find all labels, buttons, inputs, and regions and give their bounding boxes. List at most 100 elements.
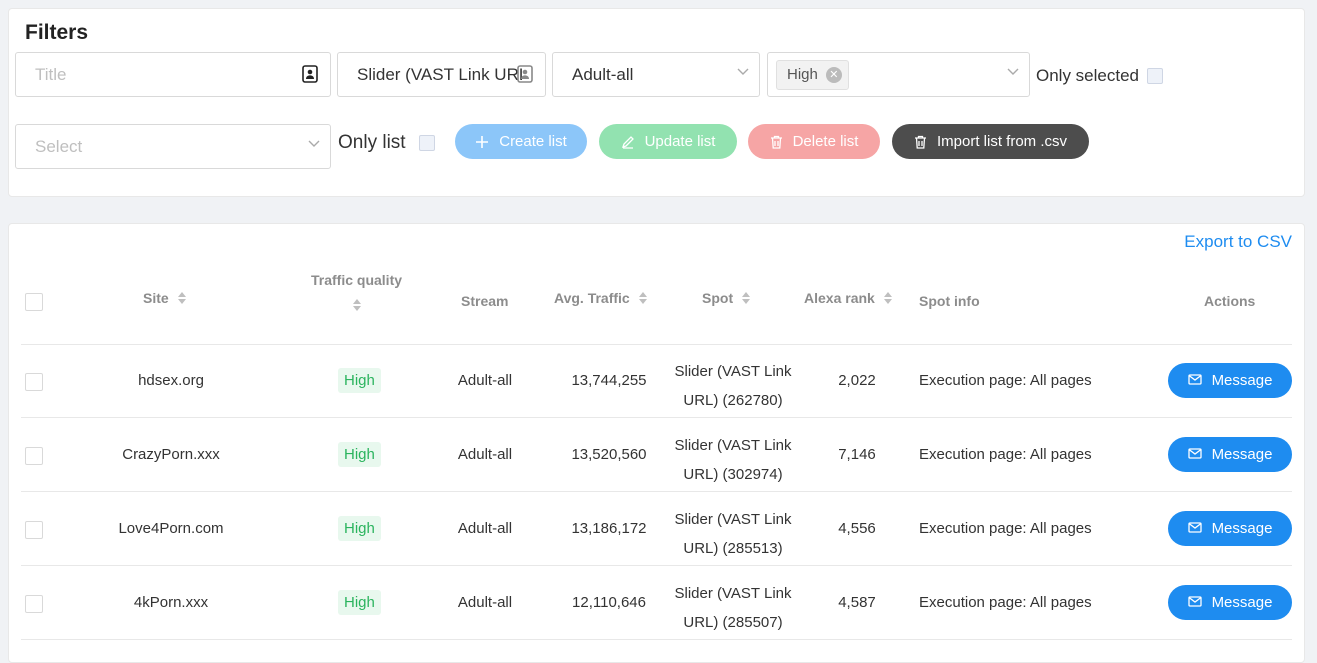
stream-cell: Adult-all — [457, 594, 513, 611]
header-avg-traffic[interactable]: Avg. Traffic — [554, 290, 648, 306]
message-button[interactable]: Message — [1168, 363, 1292, 398]
plus-icon — [475, 135, 489, 149]
row-checkbox[interactable] — [25, 595, 43, 613]
contact-card-icon — [302, 65, 320, 85]
header-actions: Actions — [1204, 293, 1255, 309]
header-spot-info: Spot info — [919, 293, 980, 309]
trash-icon — [770, 135, 783, 149]
sort-icon — [177, 291, 187, 305]
stream-cell: Adult-all — [457, 372, 513, 389]
mail-icon — [1187, 594, 1202, 611]
spot-info-cell: Execution page: All pages — [919, 446, 1092, 463]
import-list-button[interactable]: Import list from .csv — [892, 124, 1089, 159]
only-selected-checkbox[interactable] — [1147, 68, 1163, 84]
only-selected-label: Only selected — [1036, 66, 1139, 85]
export-csv-link[interactable]: Export to CSV — [1184, 232, 1292, 252]
only-list-checkbox[interactable] — [419, 135, 435, 151]
chevron-down-icon — [737, 68, 749, 78]
stream-cell: Adult-all — [457, 520, 513, 537]
update-list-button[interactable]: Update list — [599, 124, 737, 159]
header-site-label: Site — [143, 290, 169, 306]
filters-title: Filters — [25, 21, 89, 44]
alexa-rank-cell: 7,146 — [838, 446, 876, 463]
header-traffic-quality[interactable]: Traffic quality — [311, 272, 402, 312]
alexa-rank-cell: 4,587 — [838, 594, 876, 611]
close-circle-icon[interactable]: ✕ — [825, 66, 842, 83]
stream-cell: Adult-all — [457, 446, 513, 463]
site-cell: 4kPorn.xxx — [133, 594, 209, 611]
header-site[interactable]: Site — [143, 290, 187, 306]
spot-id: URL) (285507) — [683, 614, 783, 631]
avg-traffic-cell: 12,110,646 — [572, 594, 646, 611]
message-button[interactable]: Message — [1168, 511, 1292, 546]
quality-tag-label: High — [787, 66, 818, 83]
create-list-label: Create list — [499, 133, 567, 150]
header-actions-label: Actions — [1204, 293, 1256, 309]
sort-icon — [741, 291, 751, 305]
select-all-checkbox[interactable] — [25, 293, 43, 311]
delete-list-button[interactable]: Delete list — [748, 124, 880, 159]
sort-icon — [352, 298, 362, 312]
header-alexa-rank-label: Alexa rank — [804, 290, 875, 306]
header-stream-label: Stream — [461, 293, 509, 309]
header-alexa-rank[interactable]: Alexa rank — [804, 290, 893, 306]
list-select[interactable]: Select — [15, 124, 331, 169]
quality-badge: High — [338, 516, 381, 541]
message-button[interactable]: Message — [1168, 585, 1292, 620]
row-divider — [21, 565, 1292, 566]
contact-card-icon — [517, 65, 535, 85]
row-checkbox[interactable] — [25, 447, 43, 465]
site-cell: CrazyPorn.xxx — [122, 446, 220, 463]
stream-filter-value: Adult-all — [572, 64, 634, 84]
header-stream: Stream — [461, 293, 508, 309]
avg-traffic-cell: 13,186,172 — [571, 520, 647, 537]
sort-icon — [638, 291, 648, 305]
spot-cell: Slider (VAST Link URL) (262780) — [669, 357, 797, 415]
spot-cell: Slider (VAST Link URL) (302974) — [669, 431, 797, 489]
spot-info-cell: Execution page: All pages — [919, 594, 1092, 611]
delete-list-label: Delete list — [792, 133, 859, 150]
chevron-down-icon — [1007, 68, 1019, 78]
create-list-button[interactable]: Create list — [455, 124, 587, 159]
spot-cell: Slider (VAST Link URL) (285507) — [669, 579, 797, 637]
stream-filter-select[interactable]: Adult-all — [552, 52, 760, 97]
sort-icon — [883, 291, 893, 305]
edit-icon — [621, 135, 635, 149]
message-button-label: Message — [1211, 446, 1273, 463]
title-placeholder: Title — [35, 64, 67, 84]
site-cell: hdsex.org — [138, 372, 204, 389]
message-button-label: Message — [1211, 520, 1273, 537]
spot-filter-value: Slider (VAST Link URL) — [357, 64, 522, 84]
row-checkbox[interactable] — [25, 373, 43, 391]
message-button[interactable]: Message — [1168, 437, 1292, 472]
row-divider — [21, 491, 1292, 492]
header-spot-info-label: Spot info — [919, 293, 980, 309]
spot-line: Slider (VAST Link — [674, 585, 792, 602]
row-checkbox[interactable] — [25, 521, 43, 539]
chevron-down-icon — [308, 140, 320, 150]
filters-panel: Filters Title Slider (VAST Link URL) Adu… — [8, 8, 1305, 197]
header-divider — [21, 344, 1292, 345]
quality-tag: High ✕ — [776, 59, 849, 90]
title-filter-input[interactable]: Title — [15, 52, 331, 97]
quality-badge: High — [338, 590, 381, 615]
spot-id: URL) (262780) — [683, 392, 783, 409]
avg-traffic-cell: 13,744,255 — [571, 372, 647, 389]
mail-icon — [1187, 372, 1202, 389]
message-button-label: Message — [1211, 372, 1273, 389]
mail-icon — [1187, 520, 1202, 537]
import-list-label: Import list from .csv — [936, 133, 1067, 150]
results-table-panel: Export to CSV Site Traffic quality Strea… — [8, 223, 1305, 663]
spot-cell: Slider (VAST Link URL) (285513) — [669, 505, 797, 563]
mail-icon — [1187, 446, 1202, 463]
trash-icon — [914, 135, 927, 149]
spot-line: Slider (VAST Link — [674, 363, 792, 380]
header-spot[interactable]: Spot — [702, 290, 751, 306]
spot-info-cell: Execution page: All pages — [919, 520, 1092, 537]
quality-filter-select[interactable]: High ✕ — [767, 52, 1030, 97]
update-list-label: Update list — [644, 133, 716, 150]
spot-filter-select[interactable]: Slider (VAST Link URL) — [337, 52, 546, 97]
alexa-rank-cell: 4,556 — [838, 520, 876, 537]
row-divider — [21, 417, 1292, 418]
avg-traffic-cell: 13,520,560 — [571, 446, 647, 463]
